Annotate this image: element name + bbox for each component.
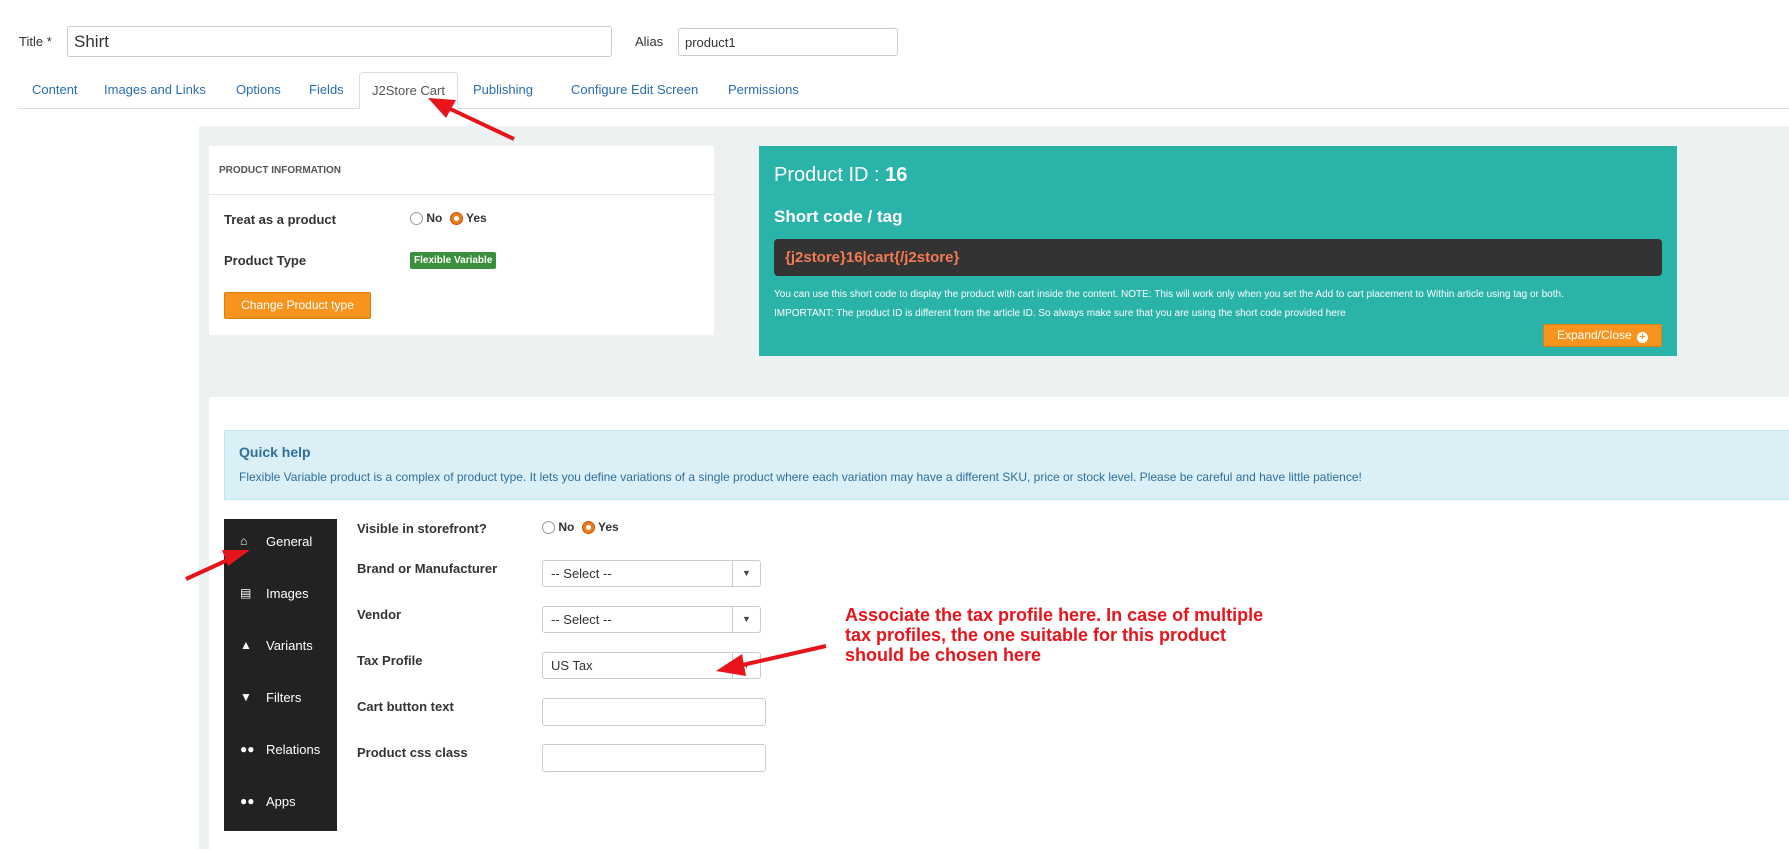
side-nav-variants[interactable]: ▲ Variants: [224, 626, 337, 666]
visible-storefront-radios: No Yes: [542, 520, 619, 535]
panel-heading: PRODUCT INFORMATION: [219, 165, 342, 176]
quick-help-text: Flexible Variable product is a complex o…: [239, 470, 1362, 484]
tax-annotation-line-3: should be chosen here: [845, 645, 1042, 665]
treat-yes-label: Yes: [466, 211, 487, 225]
side-nav-label: Filters: [266, 690, 302, 705]
shortcode-note-1: You can use this short code to display t…: [774, 289, 1564, 300]
users-icon: ●●: [240, 742, 255, 756]
product-type-label: Product Type: [224, 253, 307, 268]
tax-profile-value: US Tax: [551, 658, 593, 673]
product-side-nav: ⌂ General ▤ Images ▲ Variants ▼ Filters …: [224, 519, 337, 831]
visible-storefront-label: Visible in storefront?: [357, 521, 487, 536]
product-css-class-label: Product css class: [357, 745, 468, 760]
shortcode-text: {j2store}16|cart{/j2store}: [785, 249, 960, 266]
treat-no-radio[interactable]: [410, 212, 423, 226]
treat-as-product-label: Treat as a product: [224, 212, 336, 227]
tab-publishing[interactable]: Publishing: [461, 72, 545, 108]
side-nav-label: Apps: [266, 794, 296, 809]
alias-input[interactable]: [678, 28, 898, 56]
tax-annotation: Associate the tax profile here. In case …: [845, 605, 1263, 665]
side-nav-label: Variants: [266, 638, 313, 653]
tax-profile-select[interactable]: US Tax ▼: [542, 652, 761, 679]
shortcode-box[interactable]: {j2store}16|cart{/j2store}: [774, 239, 1662, 276]
tab-content[interactable]: Content: [20, 72, 90, 108]
side-nav-label: Images: [266, 586, 309, 601]
vendor-label: Vendor: [357, 607, 402, 622]
image-icon: ▤: [240, 586, 252, 600]
filter-icon: ▼: [240, 690, 252, 704]
side-nav-general[interactable]: ⌂ General: [224, 522, 337, 562]
tab-options[interactable]: Options: [224, 72, 293, 108]
panel-header: PRODUCT INFORMATION: [209, 146, 714, 195]
home-icon: ⌂: [240, 534, 248, 548]
title-label: Title *: [19, 34, 52, 49]
visible-yes-label: Yes: [598, 520, 619, 534]
quick-help-box: Quick help Flexible Variable product is …: [224, 430, 1789, 500]
brand-label: Brand or Manufacturer: [357, 561, 498, 576]
vendor-select-value: -- Select --: [551, 612, 612, 627]
sitemap-icon: ▲: [240, 638, 252, 652]
users-icon: ●●: [240, 794, 255, 808]
product-edit-panel: Quick help Flexible Variable product is …: [209, 397, 1789, 849]
edit-tabs: Content Images and Links Options Fields …: [18, 72, 1789, 109]
product-id-label: Product ID :: [774, 164, 880, 186]
brand-select[interactable]: -- Select -- ▼: [542, 560, 761, 587]
shortcode-panel: Product ID : 16 Short code / tag {j2stor…: [759, 146, 1677, 356]
tab-fields[interactable]: Fields: [297, 72, 356, 108]
tab-images-and-links[interactable]: Images and Links: [92, 72, 218, 108]
tab-permissions[interactable]: Permissions: [716, 72, 811, 108]
treat-as-product-radios: No Yes: [410, 211, 487, 226]
product-css-class-input[interactable]: [542, 744, 766, 772]
change-product-type-button[interactable]: Change Product type: [224, 292, 371, 319]
treat-yes-radio[interactable]: [449, 212, 463, 226]
tax-profile-label: Tax Profile: [357, 653, 423, 668]
alias-label: Alias: [635, 34, 664, 49]
chevron-down-icon: ▼: [732, 561, 760, 586]
product-type-badge: Flexible Variable: [410, 252, 497, 269]
chevron-down-icon: ▼: [732, 653, 760, 678]
shortcode-heading: Short code / tag: [774, 207, 903, 226]
expand-close-label: Expand/Close: [1556, 328, 1632, 342]
treat-no-label: No: [426, 211, 443, 225]
shortcode-note-2: IMPORTANT: The product ID is different f…: [774, 308, 1346, 319]
tax-annotation-line-2: tax profiles, the one suitable for this …: [845, 625, 1227, 645]
product-information-panel: PRODUCT INFORMATION Treat as a product N…: [209, 146, 714, 335]
tab-configure-edit-screen[interactable]: Configure Edit Screen: [559, 72, 710, 108]
product-id-value: 16: [885, 164, 908, 186]
expand-close-button[interactable]: Expand/Close +: [1543, 324, 1662, 347]
side-nav-label: General: [266, 534, 313, 549]
side-nav-relations[interactable]: ●● Relations: [224, 730, 337, 770]
product-id-line: Product ID : 16: [774, 164, 907, 187]
brand-select-value: -- Select --: [551, 566, 612, 581]
side-nav-apps[interactable]: ●● Apps: [224, 782, 337, 822]
plus-circle-icon: +: [1637, 332, 1649, 343]
quick-help-title: Quick help: [239, 444, 311, 460]
cart-button-text-label: Cart button text: [357, 699, 454, 714]
visible-yes-radio[interactable]: [581, 521, 595, 535]
cart-button-text-input[interactable]: [542, 698, 766, 726]
title-input[interactable]: [67, 26, 612, 57]
side-nav-filters[interactable]: ▼ Filters: [224, 678, 337, 718]
visible-no-radio[interactable]: [542, 521, 555, 535]
chevron-down-icon: ▼: [732, 607, 760, 632]
side-nav-images[interactable]: ▤ Images: [224, 574, 337, 614]
side-nav-label: Relations: [266, 742, 321, 757]
visible-no-label: No: [558, 520, 575, 534]
tax-annotation-line-1: Associate the tax profile here. In case …: [845, 605, 1264, 625]
vendor-select[interactable]: -- Select -- ▼: [542, 606, 761, 633]
tab-j2store-cart[interactable]: J2Store Cart: [359, 72, 458, 109]
